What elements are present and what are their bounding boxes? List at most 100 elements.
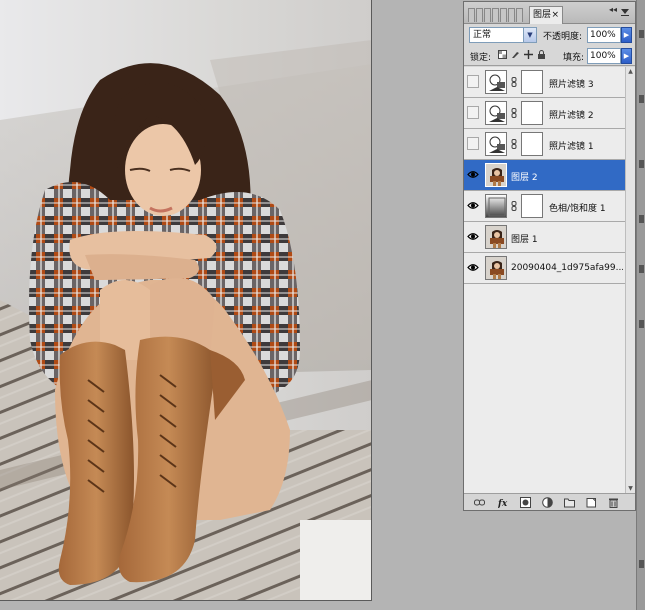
visibility-toggle-on[interactable] xyxy=(467,168,479,181)
layer-row[interactable]: 照片滤镜 1 xyxy=(464,129,625,160)
layer-row[interactable]: 图层 1 xyxy=(464,222,625,253)
add-mask-icon[interactable] xyxy=(520,497,531,508)
dock-tick[interactable] xyxy=(639,265,644,273)
link-layers-icon[interactable] xyxy=(474,497,485,508)
link-chain-icon[interactable] xyxy=(511,108,517,118)
opacity-slider-arrow-icon[interactable]: ▶ xyxy=(621,27,632,43)
layer-thumbnail xyxy=(485,225,507,249)
layer-thumbnail xyxy=(485,256,507,280)
collapsed-panel-tab[interactable] xyxy=(500,8,507,22)
lock-fill-row: 锁定: 填充: 100% ▶ xyxy=(464,46,635,66)
svg-text:fx: fx xyxy=(498,499,508,508)
fill-slider-arrow-icon[interactable]: ▶ xyxy=(621,48,632,64)
layer-name: 照片滤镜 3 xyxy=(549,80,594,90)
lock-all-icon[interactable] xyxy=(537,50,546,59)
scroll-down-icon[interactable]: ▼ xyxy=(626,484,635,493)
fx-icon[interactable]: fx xyxy=(498,497,509,508)
photo-thumbnail-icon xyxy=(486,164,506,186)
layer-thumbnail xyxy=(485,163,507,187)
dock-tick[interactable] xyxy=(639,160,644,168)
fill-label: 填充: xyxy=(563,53,585,63)
adjustment-thumbnail xyxy=(485,70,507,94)
visibility-toggle-on[interactable] xyxy=(467,230,479,243)
dock-tick[interactable] xyxy=(639,30,644,38)
panel-tab-row: 图层 × ◂◂ xyxy=(464,2,635,24)
layers-panel: 图层 × ◂◂ 正常 ▼ 不透明度: 100% ▶ 锁定: 填充: 100% ▶ xyxy=(463,1,636,511)
chevron-down-icon[interactable]: ▼ xyxy=(523,28,536,42)
trash-icon[interactable] xyxy=(608,497,619,508)
scroll-up-icon[interactable]: ▲ xyxy=(626,67,635,76)
link-chain-icon[interactable] xyxy=(511,201,517,211)
layer-row[interactable]: 20090404_1d975afa99... xyxy=(464,253,625,284)
collapsed-panel-tab[interactable] xyxy=(492,8,499,22)
tab-layers-label: 图层 xyxy=(533,10,552,20)
adjustment-thumbnail xyxy=(485,101,507,125)
visibility-toggle-off[interactable] xyxy=(467,75,479,88)
adjustment-thumbnail xyxy=(485,132,507,156)
link-chain-icon[interactable] xyxy=(511,139,517,149)
eye-icon xyxy=(467,202,479,209)
lock-position-icon[interactable] xyxy=(524,50,533,59)
photo-filter-icon xyxy=(486,133,506,155)
eye-icon xyxy=(467,233,479,240)
layer-mask-thumbnail[interactable] xyxy=(521,101,543,125)
photo-thumbnail-icon xyxy=(486,257,506,279)
layer-mask-thumbnail[interactable] xyxy=(521,132,543,156)
tab-layers[interactable]: 图层 × xyxy=(529,6,563,24)
layers-bottom-toolbar: fx xyxy=(464,493,635,510)
collapsed-panel-tab[interactable] xyxy=(516,8,523,22)
layers-scrollbar[interactable]: ▲ ▼ xyxy=(625,67,635,493)
hue-saturation-icon xyxy=(486,195,506,217)
fill-input[interactable]: 100% xyxy=(587,48,621,64)
blend-mode-value: 正常 xyxy=(473,30,492,40)
blend-opacity-row: 正常 ▼ 不透明度: 100% ▶ xyxy=(464,25,635,46)
photo-filter-icon xyxy=(486,71,506,93)
opacity-value: 100% xyxy=(590,30,616,40)
photo-filter-icon xyxy=(486,102,506,124)
tab-close-icon[interactable]: × xyxy=(551,7,559,23)
layer-mask-thumbnail[interactable] xyxy=(521,70,543,94)
layer-row-selected[interactable]: 图层 2 xyxy=(464,160,625,191)
collapsed-panel-tab[interactable] xyxy=(484,8,491,22)
layer-list: 照片滤镜 3 照片滤镜 2 照片滤镜 1 图层 2 色相/饱和度 1 图层 1 … xyxy=(464,67,625,493)
layer-row[interactable]: 照片滤镜 2 xyxy=(464,98,625,129)
dock-tick[interactable] xyxy=(639,320,644,328)
opacity-input[interactable]: 100% xyxy=(587,27,621,43)
visibility-toggle-off[interactable] xyxy=(467,137,479,150)
layer-mask-thumbnail[interactable] xyxy=(521,194,543,218)
dock-tick[interactable] xyxy=(639,215,644,223)
lock-image-pixels-icon[interactable] xyxy=(511,50,520,59)
right-dock-strip xyxy=(636,0,645,610)
fill-value: 100% xyxy=(590,51,616,61)
layer-name: 色相/饱和度 1 xyxy=(549,204,606,214)
layer-name: 照片滤镜 1 xyxy=(549,142,594,152)
collapsed-panel-tab[interactable] xyxy=(468,8,475,22)
layer-name: 照片滤镜 2 xyxy=(549,111,594,121)
photo-image xyxy=(0,0,371,600)
lock-transparency-icon[interactable] xyxy=(498,50,507,59)
dock-tick[interactable] xyxy=(639,560,644,568)
collapse-panel-icon[interactable]: ◂◂ xyxy=(609,5,617,14)
blend-mode-select[interactable]: 正常 ▼ xyxy=(469,27,537,43)
visibility-toggle-on[interactable] xyxy=(467,199,479,212)
adjustment-thumbnail xyxy=(485,194,507,218)
visibility-toggle-on[interactable] xyxy=(467,261,479,274)
new-layer-icon[interactable] xyxy=(586,497,597,508)
opacity-label: 不透明度: xyxy=(543,32,583,42)
adjustment-layer-icon[interactable] xyxy=(542,497,553,508)
collapsed-panel-tab[interactable] xyxy=(508,8,515,22)
new-group-icon[interactable] xyxy=(564,497,575,508)
eye-icon xyxy=(467,264,479,271)
link-chain-icon[interactable] xyxy=(511,77,517,87)
layer-row[interactable]: 照片滤镜 3 xyxy=(464,67,625,98)
lock-label: 锁定: xyxy=(470,53,492,63)
layer-name: 图层 2 xyxy=(511,173,538,183)
layer-name: 图层 1 xyxy=(511,235,538,245)
collapsed-panel-tab[interactable] xyxy=(476,8,483,22)
layer-row[interactable]: 色相/饱和度 1 xyxy=(464,191,625,222)
panel-menu-icon[interactable] xyxy=(619,6,631,18)
document-canvas[interactable] xyxy=(0,0,372,601)
eye-icon xyxy=(467,171,479,178)
dock-tick[interactable] xyxy=(639,95,644,103)
visibility-toggle-off[interactable] xyxy=(467,106,479,119)
